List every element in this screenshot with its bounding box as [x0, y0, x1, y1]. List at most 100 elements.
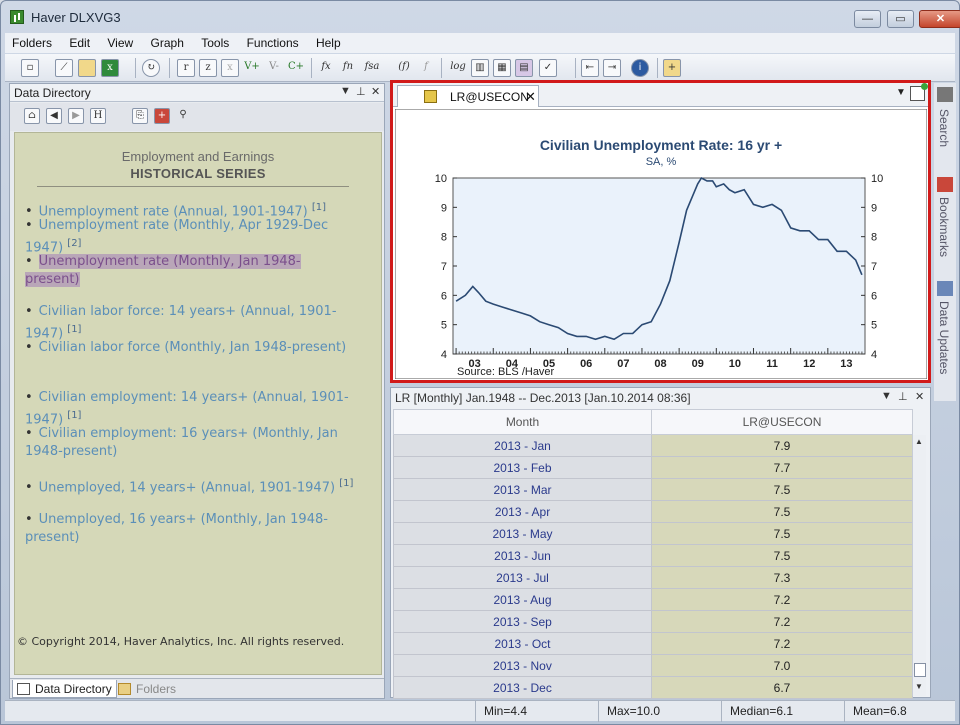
list-item[interactable]: • Civilian employment: 14 years+ (Annual,…: [25, 389, 355, 429]
arrow-right-icon[interactable]: ⇥: [603, 59, 621, 77]
arrow-left-icon[interactable]: ⇤: [581, 59, 599, 77]
month-cell[interactable]: 2013 - Dec: [393, 676, 652, 699]
month-cell[interactable]: 2013 - Jul: [393, 566, 652, 589]
value-cell[interactable]: 7.2: [651, 632, 913, 655]
minimize-button[interactable]: —: [854, 10, 881, 28]
h-icon[interactable]: H: [90, 108, 106, 124]
copy-icon[interactable]: ⎘: [132, 108, 148, 124]
menu-functions[interactable]: Functions: [240, 33, 306, 50]
value-cell[interactable]: 7.5: [651, 522, 913, 545]
r-icon[interactable]: r: [177, 59, 195, 77]
value-cell[interactable]: 7.5: [651, 544, 913, 567]
bar-chart-icon[interactable]: ▥: [471, 59, 489, 77]
scroll-thumb[interactable]: [914, 663, 926, 677]
pin-icon[interactable]: ⊥: [898, 390, 908, 403]
sidebar-item-bookmarks[interactable]: Bookmarks: [937, 197, 951, 257]
updates-icon[interactable]: [937, 281, 953, 296]
add-series-icon[interactable]: +: [154, 108, 170, 124]
chart-icon[interactable]: ⟋: [55, 59, 73, 77]
table-row[interactable]: 2013 - Jan 7.9: [393, 434, 913, 457]
sidebar-item-data-updates[interactable]: Data Updates: [937, 301, 951, 374]
value-cell[interactable]: 7.3: [651, 566, 913, 589]
new-icon[interactable]: ▫: [21, 59, 39, 77]
chevron-down-icon[interactable]: ▼: [340, 85, 351, 97]
log-icon[interactable]: log: [447, 59, 469, 77]
table-row[interactable]: 2013 - Nov 7.0: [393, 654, 913, 677]
vertical-scrollbar[interactable]: ▲ ▼: [912, 435, 926, 696]
folder-icon[interactable]: [78, 59, 96, 77]
z-icon[interactable]: z: [199, 59, 217, 77]
list-item[interactable]: • Civilian labor force (Monthly, Jan 1948…: [25, 339, 355, 357]
menu-edit[interactable]: Edit: [62, 33, 97, 50]
table-row[interactable]: 2013 - May 7.5: [393, 522, 913, 545]
pin-icon[interactable]: ⊥: [356, 85, 366, 98]
table-row[interactable]: 2013 - Jun 7.5: [393, 544, 913, 567]
value-cell[interactable]: 7.2: [651, 610, 913, 633]
home-icon[interactable]: ⌂: [24, 108, 40, 124]
menu-folders[interactable]: Folders: [5, 33, 59, 50]
sidebar-item-search[interactable]: Search: [937, 109, 951, 147]
close-button[interactable]: ✕: [919, 10, 960, 28]
value-cell[interactable]: 7.7: [651, 456, 913, 479]
f-strike-icon[interactable]: f: [417, 59, 435, 77]
month-cell[interactable]: 2013 - Oct: [393, 632, 652, 655]
close-icon[interactable]: ✕: [371, 85, 380, 98]
v-minus-icon[interactable]: V-: [265, 59, 283, 77]
back-icon[interactable]: ◀: [46, 108, 62, 124]
value-cell[interactable]: 6.7: [651, 676, 913, 699]
excel-icon[interactable]: x: [101, 59, 119, 77]
search-icon[interactable]: [937, 87, 953, 102]
month-cell[interactable]: 2013 - Aug: [393, 588, 652, 611]
forward-icon[interactable]: ▶: [68, 108, 84, 124]
table-row[interactable]: 2013 - Jul 7.3: [393, 566, 913, 589]
month-cell[interactable]: 2013 - May: [393, 522, 652, 545]
month-cell[interactable]: 2013 - Sep: [393, 610, 652, 633]
scroll-down-icon[interactable]: ▼: [915, 682, 923, 691]
month-cell[interactable]: 2013 - Apr: [393, 500, 652, 523]
table-row[interactable]: 2013 - Oct 7.2: [393, 632, 913, 655]
scroll-up-icon[interactable]: ▲: [915, 437, 923, 446]
table-row[interactable]: 2013 - Feb 7.7: [393, 456, 913, 479]
info-icon[interactable]: i: [631, 59, 649, 77]
bookmark-icon[interactable]: [937, 177, 953, 192]
c-plus-icon[interactable]: C+: [287, 59, 305, 77]
table-row[interactable]: 2013 - Dec 6.7: [393, 676, 913, 699]
table-row[interactable]: 2013 - Mar 7.5: [393, 478, 913, 501]
list-item-selected[interactable]: • Unemployment rate (Monthly, Jan 1948-pr…: [25, 253, 355, 289]
menu-graph[interactable]: Graph: [144, 33, 191, 50]
value-cell[interactable]: 7.9: [651, 434, 913, 457]
list-item[interactable]: • Unemployment rate (Monthly, Apr 1929-De…: [25, 217, 355, 257]
list-item[interactable]: • Unemployed, 14 years+ (Annual, 1901-194…: [25, 475, 355, 497]
value-cell[interactable]: 7.5: [651, 500, 913, 523]
month-cell[interactable]: 2013 - Feb: [393, 456, 652, 479]
tab-lr-usecon[interactable]: LR@USECON ✕: [397, 85, 539, 107]
menu-tools[interactable]: Tools: [194, 33, 236, 50]
chart-grid-icon[interactable]: ▤: [515, 59, 533, 77]
list-item[interactable]: • Civilian labor force: 14 years+ (Annual…: [25, 303, 355, 343]
column-header-month[interactable]: Month: [393, 409, 652, 435]
month-cell[interactable]: 2013 - Mar: [393, 478, 652, 501]
list-item[interactable]: • Unemployed, 16 years+ (Monthly, Jan 194…: [25, 511, 355, 547]
chart-check-icon[interactable]: ✓: [539, 59, 557, 77]
table-row[interactable]: 2013 - Apr 7.5: [393, 500, 913, 523]
add-chart-icon[interactable]: [910, 83, 928, 101]
chevron-down-icon[interactable]: ▼: [896, 87, 906, 98]
chevron-down-icon[interactable]: ▼: [881, 390, 892, 402]
bar-chart2-icon[interactable]: ▦: [493, 59, 511, 77]
menu-view[interactable]: View: [100, 33, 140, 50]
fsa-icon[interactable]: fsa: [361, 59, 383, 77]
month-cell[interactable]: 2013 - Jan: [393, 434, 652, 457]
list-item[interactable]: • Civilian employment: 16 years+ (Monthly…: [25, 425, 355, 461]
v-plus-icon[interactable]: V+: [243, 59, 261, 77]
table-row[interactable]: 2013 - Aug 7.2: [393, 588, 913, 611]
value-cell[interactable]: 7.5: [651, 478, 913, 501]
menu-help[interactable]: Help: [309, 33, 348, 50]
x-icon[interactable]: x: [221, 59, 239, 77]
refresh-icon[interactable]: ↻: [142, 59, 160, 77]
binoculars-icon[interactable]: ⚲: [174, 108, 192, 124]
fn-icon[interactable]: fn: [339, 59, 357, 77]
f-paren-icon[interactable]: (f): [395, 59, 413, 77]
maximize-button[interactable]: ▭: [887, 10, 914, 28]
table-row[interactable]: 2013 - Sep 7.2: [393, 610, 913, 633]
month-cell[interactable]: 2013 - Nov: [393, 654, 652, 677]
